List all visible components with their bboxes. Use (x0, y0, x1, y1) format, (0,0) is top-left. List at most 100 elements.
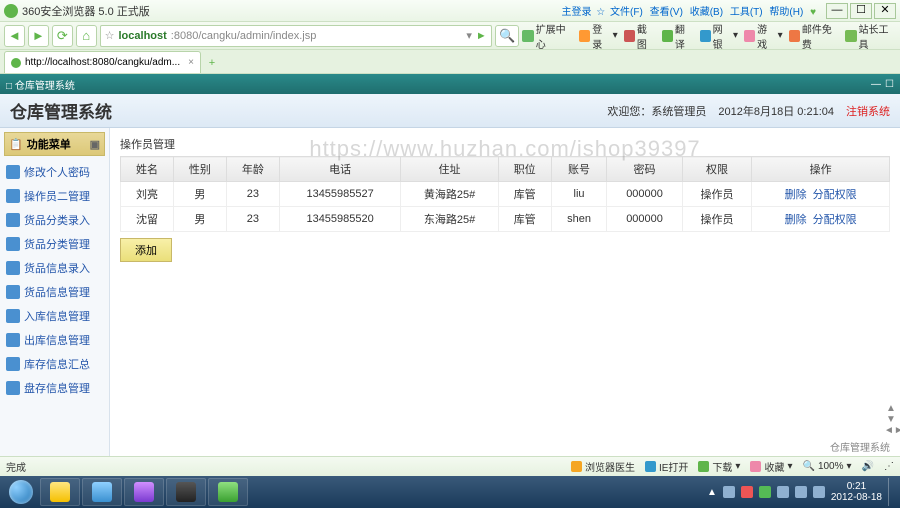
browser-toolbar: ◄ ► ⟳ ⌂ ☆ localhost:8080/cangku/admin/in… (0, 22, 900, 50)
status-bar: 完成 浏览器医生 IE打开 下载▾ 收藏▾ 🔍 100% ▾ 🔊 ⋰ (0, 456, 900, 476)
assign-link[interactable]: 分配权限 (813, 214, 857, 226)
home-button[interactable]: ⌂ (76, 25, 97, 47)
task-browser[interactable] (208, 478, 248, 506)
status-doctor[interactable]: 浏览器医生 (571, 459, 635, 474)
tray-icon[interactable] (741, 486, 753, 498)
tool-ext[interactable]: 扩展中心 (522, 21, 573, 51)
tray-up-icon[interactable]: ▲ (707, 487, 717, 498)
menu-tools[interactable]: 工具(T) (730, 7, 763, 18)
sidebar-item-cat-add[interactable]: 货品分类录入 (4, 208, 105, 232)
col-acct: 账号 (551, 157, 607, 182)
tool-webmaster[interactable]: 站长工具 (845, 21, 896, 51)
maximize-button[interactable]: ☐ (850, 3, 872, 19)
tray-icon[interactable] (777, 486, 789, 498)
tool-login[interactable]: 登录▾ (579, 21, 618, 51)
task-explorer[interactable] (82, 478, 122, 506)
col-name: 姓名 (121, 157, 174, 182)
assign-link[interactable]: 分配权限 (813, 189, 857, 201)
col-addr: 住址 (401, 157, 498, 182)
back-button[interactable]: ◄ (4, 25, 25, 47)
sidebar-item-inbound[interactable]: 入库信息管理 (4, 304, 105, 328)
status-sound-icon[interactable]: 🔊 (862, 461, 874, 472)
tab-label: http://localhost:8080/cangku/adm... (25, 57, 180, 68)
menu-fav[interactable]: 收藏(B) (690, 7, 723, 18)
operator-table: 姓名 性别 年龄 电话 住址 职位 账号 密码 权限 操作 刘亮 男 23 (120, 156, 890, 232)
table-row: 刘亮 男 23 13455985527 黄海路25# 库管 liu 000000… (121, 182, 890, 207)
delete-link[interactable]: 删除 (785, 189, 807, 201)
tab-active[interactable]: http://localhost:8080/cangku/adm... × (4, 51, 201, 73)
main-panel: https://www.huzhan.com/ishop39397 操作员管理 … (110, 128, 900, 456)
tool-bank[interactable]: 网银▾ (700, 21, 739, 51)
sidebar-item-goods-add[interactable]: 货品信息录入 (4, 256, 105, 280)
sidebar-item-goods-mgmt[interactable]: 货品信息管理 (4, 280, 105, 304)
task-ie[interactable] (40, 478, 80, 506)
collapse-icon[interactable]: ▣ (90, 138, 100, 151)
col-job: 职位 (498, 157, 551, 182)
sidebar-item-password[interactable]: 修改个人密码 (4, 160, 105, 184)
dropdown-icon[interactable]: ▾ (466, 29, 472, 42)
tab-bar: http://localhost:8080/cangku/adm... × + (0, 50, 900, 74)
app-max-icon[interactable]: ☐ (885, 79, 894, 90)
sidebar-item-cat-mgmt[interactable]: 货品分类管理 (4, 232, 105, 256)
address-bar[interactable]: ☆ localhost:8080/cangku/admin/index.jsp … (100, 25, 492, 47)
browser-menu: 主登录 ☆ 文件(F) 查看(V) 收藏(B) 工具(T) 帮助(H) ♥ (559, 3, 818, 18)
table-header-row: 姓名 性别 年龄 电话 住址 职位 账号 密码 权限 操作 (121, 157, 890, 182)
sidebar-item-stock[interactable]: 库存信息汇总 (4, 352, 105, 376)
browser-title: 360安全浏览器 5.0 正式版 (22, 3, 559, 19)
minimize-button[interactable]: — (826, 3, 848, 19)
logout-link[interactable]: 注销系统 (846, 103, 890, 119)
row-actions: 删除分配权限 (752, 182, 890, 207)
menu-view[interactable]: 查看(V) (650, 7, 683, 18)
start-button[interactable] (4, 478, 38, 506)
add-button[interactable]: 添加 (120, 238, 172, 262)
app-window-title: □ 仓库管理系统 (6, 77, 75, 92)
go-button[interactable]: ► (476, 30, 487, 42)
menu-login[interactable]: 主登录 (561, 7, 591, 18)
tray-sound-icon[interactable] (813, 486, 825, 498)
url-input[interactable] (320, 30, 462, 42)
sidebar-item-outbound[interactable]: 出库信息管理 (4, 328, 105, 352)
tool-mail[interactable]: 邮件免费 (789, 21, 840, 51)
tool-game[interactable]: 游戏▾ (744, 21, 783, 51)
tool-trans[interactable]: 翻译 (662, 21, 694, 51)
forward-button[interactable]: ► (28, 25, 49, 47)
app-min-icon[interactable]: — (871, 79, 881, 90)
status-ie[interactable]: IE打开 (645, 459, 688, 474)
browser-titlebar: 360安全浏览器 5.0 正式版 主登录 ☆ 文件(F) 查看(V) 收藏(B)… (0, 0, 900, 22)
new-tab-button[interactable]: + (203, 55, 221, 73)
status-download[interactable]: 下载▾ (698, 459, 740, 474)
sidebar: 📋 功能菜单 ▣ 修改个人密码 操作员二管理 货品分类录入 货品分类管理 货品信… (0, 128, 110, 456)
reload-button[interactable]: ⟳ (52, 25, 73, 47)
show-desktop[interactable] (888, 478, 896, 506)
tray-network-icon[interactable] (795, 486, 807, 498)
app-container: □ 仓库管理系统 — ☐ 仓库管理系统 欢迎您：系统管理员 2012年8月18日… (0, 74, 900, 456)
tray-time: 0:21 (831, 481, 882, 492)
window-buttons: — ☐ ✕ (826, 3, 896, 19)
table-row: 沈留 男 23 13455985520 东海路25# 库管 shen 00000… (121, 207, 890, 232)
tray-icon[interactable] (723, 486, 735, 498)
close-button[interactable]: ✕ (874, 3, 896, 19)
task-eclipse[interactable] (124, 478, 164, 506)
sidebar-item-inventory[interactable]: 盘存信息管理 (4, 376, 105, 400)
status-zoom[interactable]: 🔍 100% ▾ (802, 461, 851, 472)
tray-date: 2012-08-18 (831, 492, 882, 503)
security-icon: ☆ (105, 29, 115, 42)
tray-clock[interactable]: 0:21 2012-08-18 (831, 481, 882, 503)
tool-shot[interactable]: 截图 (624, 21, 656, 51)
system-title: 仓库管理系统 (10, 98, 112, 123)
sidebar-item-operator[interactable]: 操作员二管理 (4, 184, 105, 208)
task-app[interactable] (166, 478, 206, 506)
delete-link[interactable]: 删除 (785, 214, 807, 226)
url-path: :8080/cangku/admin/index.jsp (171, 30, 317, 42)
tab-close-icon[interactable]: × (188, 57, 194, 68)
tray-icon[interactable] (759, 486, 771, 498)
menu-header: 📋 功能菜单 ▣ (4, 132, 105, 156)
menu-file[interactable]: 文件(F) (610, 7, 643, 18)
status-resize-icon[interactable]: ⋰ (884, 461, 894, 472)
scrollbar[interactable]: ▲▼◄► (884, 128, 898, 436)
row-actions: 删除分配权限 (752, 207, 890, 232)
menu-help[interactable]: 帮助(H) (769, 7, 803, 18)
search-button[interactable]: 🔍 (495, 25, 520, 47)
status-fav[interactable]: 收藏▾ (750, 459, 792, 474)
col-sex: 性别 (173, 157, 226, 182)
